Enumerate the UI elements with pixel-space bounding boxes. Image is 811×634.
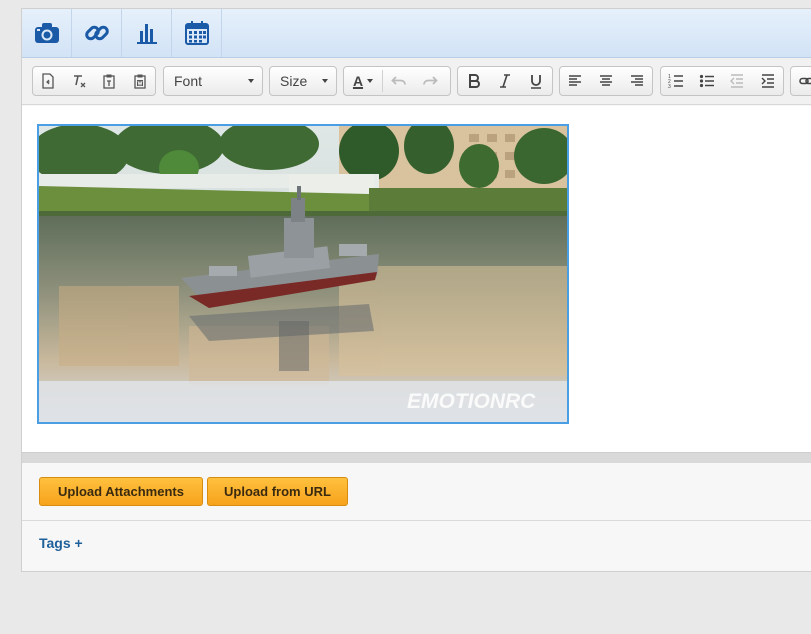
numbered-list-button[interactable]: 123 [661,67,692,95]
align-center-button[interactable] [591,67,622,95]
indent-icon [761,74,774,88]
chain-link-icon [798,77,811,85]
paste-text-icon [103,74,115,89]
bullet-list-button[interactable] [692,67,723,95]
align-left-icon [569,75,582,86]
battleship-photo-image: EMOTIONRC [39,126,567,422]
alignment-group [559,66,653,96]
outdent-button[interactable] [722,67,753,95]
size-select-label: Size [280,73,308,89]
font-select-label: Font [174,73,203,89]
font-select[interactable]: Font [163,66,263,96]
paste-text-button[interactable] [94,67,125,95]
outdent-icon [730,74,744,88]
italic-button[interactable] [489,67,520,95]
align-right-icon [630,75,643,86]
text-color-button[interactable]: A [344,67,382,95]
post-editor-panel: Font Size A 1 2 3 EMOTIONRC Upload Attac… [21,8,811,572]
tags-add-link[interactable]: Tags + [39,535,83,551]
align-right-button[interactable] [621,67,652,95]
remove-format-button[interactable] [64,67,95,95]
insert-date-button[interactable] [172,9,222,57]
redo-button[interactable] [414,67,445,95]
paste-word-icon [134,74,146,89]
insert-image-button[interactable] [22,9,72,57]
insert-toolbar [22,9,811,58]
underline-button[interactable] [520,67,551,95]
attachments-row: Upload Attachments Upload from URL [22,464,811,521]
upload-attachments-button[interactable]: Upload Attachments [39,477,203,506]
bar-chart-icon [136,24,157,44]
indent-button[interactable] [753,67,784,95]
text-color-label: A [352,73,364,89]
bold-icon [468,74,480,88]
editor-resize-strip[interactable] [22,452,811,463]
redo-icon [422,76,438,85]
size-select[interactable]: Size [269,66,337,96]
chevron-down-icon [367,79,374,83]
clipboard-group [32,66,156,96]
link-icon [84,25,109,41]
source-document-icon [42,73,54,89]
bold-button[interactable] [458,67,489,95]
color-history-group: A [343,66,451,96]
bullet-list-icon [699,74,714,88]
format-toolbar: Font Size A 1 2 3 [22,58,811,105]
align-left-button[interactable] [560,67,591,95]
link-group [790,66,811,96]
svg-text:3: 3 [668,84,671,89]
remove-format-icon [73,75,86,88]
editor-content-area[interactable]: EMOTIONRC [22,106,811,452]
calendar-icon [184,21,209,45]
watermark-text: EMOTIONRC [407,390,536,413]
source-button[interactable] [33,67,64,95]
camera-icon [34,23,59,43]
insert-link-button[interactable] [72,9,122,57]
paste-word-button[interactable] [125,67,156,95]
insert-hyperlink-button[interactable] [791,67,811,95]
underline-icon [530,75,541,89]
numbered-list-icon: 123 [668,74,684,89]
chevron-down-icon [248,79,254,83]
embedded-photo[interactable]: EMOTIONRC [37,124,569,424]
align-center-icon [600,75,612,86]
list-group: 123 [660,66,784,96]
insert-chart-button[interactable] [122,9,172,57]
chevron-down-icon [322,79,328,83]
text-style-group [457,66,553,96]
undo-icon [390,76,406,85]
italic-icon [499,74,510,88]
undo-button[interactable] [383,67,414,95]
upload-from-url-button[interactable]: Upload from URL [207,477,348,506]
